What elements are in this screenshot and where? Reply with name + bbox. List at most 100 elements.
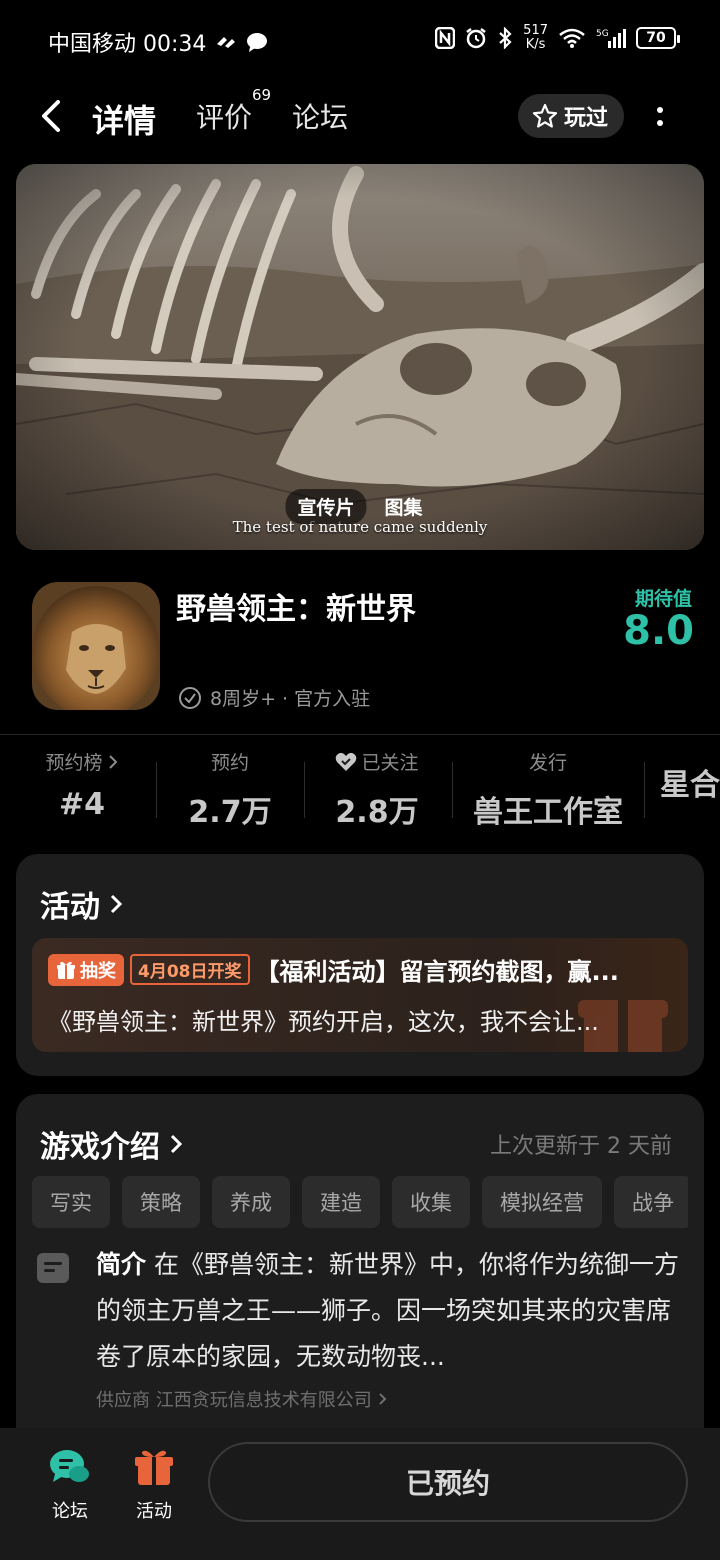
stat-rank-value: #4 bbox=[58, 787, 105, 822]
reserved-button[interactable]: 已预约 bbox=[208, 1442, 688, 1522]
chevron-right-icon bbox=[110, 894, 123, 914]
stat-separator bbox=[644, 762, 645, 818]
net-speed-unit: K/s bbox=[525, 37, 546, 52]
draw-date-badge: 4月08日开奖 bbox=[130, 954, 250, 985]
intro-card: 游戏介绍 上次更新于 2 天前 写实 策略 养成 建造 收集 模拟经营 战争 简… bbox=[16, 1094, 704, 1454]
tag-list: 写实 策略 养成 建造 收集 模拟经营 战争 bbox=[32, 1176, 688, 1230]
intro-header[interactable]: 游戏介绍 bbox=[40, 1122, 184, 1166]
supplier-link[interactable]: 供应商 江西贪玩信息技术有限公司 bbox=[96, 1386, 388, 1412]
activity-header-label: 活动 bbox=[40, 890, 100, 925]
intro-body: 在《野兽领主：新世界》中，你将作为统御一方的领主万兽之王——狮子。因一场突如其来… bbox=[96, 1250, 680, 1371]
expect-score: 8.0 bbox=[623, 608, 694, 654]
signal-icon: 5G bbox=[596, 29, 626, 48]
stat-follow-label: 已关注 bbox=[361, 752, 419, 774]
gift-icon bbox=[57, 961, 75, 979]
activity-row: 抽奖 4月08日开奖 【福利活动】留言预约截图，赢... bbox=[48, 952, 672, 987]
stat-extra-value: 星合 bbox=[660, 768, 720, 803]
activity-button[interactable]: 活动 bbox=[114, 1448, 194, 1523]
chat-bubble-icon bbox=[50, 1450, 89, 1482]
gift-icon bbox=[135, 1450, 173, 1485]
stat-rank-label-row: 预约榜 bbox=[28, 748, 136, 775]
game-icon[interactable] bbox=[32, 582, 160, 710]
battery-indicator: 70 bbox=[636, 27, 680, 49]
tab-detail[interactable]: 详情 bbox=[87, 96, 161, 142]
stats-row: 预约榜 #4 预约 2.7万 已关注 2.8万 发行 兽王工作室 星合 bbox=[0, 748, 720, 838]
forum-button[interactable]: 论坛 bbox=[30, 1448, 110, 1523]
verified-check-icon bbox=[179, 686, 201, 709]
tag[interactable]: 建造 bbox=[302, 1176, 380, 1228]
divider bbox=[0, 734, 720, 735]
gallery-tab[interactable]: 图集 bbox=[373, 489, 435, 524]
tag[interactable]: 模拟经营 bbox=[482, 1176, 602, 1228]
more-dot bbox=[657, 106, 663, 113]
intro-header-label: 游戏介绍 bbox=[40, 1130, 160, 1165]
bottom-bar: 论坛 活动 已预约 bbox=[0, 1428, 720, 1560]
stat-reservations-value: 2.7万 bbox=[188, 795, 272, 830]
carrier-time: 中国移动 00:34 bbox=[48, 32, 207, 57]
net-speed: 517 K/s bbox=[523, 24, 548, 52]
hero-media[interactable]: The test of nature came suddenly 宣传片 图集 bbox=[16, 164, 704, 550]
activity-label: 活动 bbox=[136, 1501, 172, 1522]
tag[interactable]: 写实 bbox=[32, 1176, 110, 1228]
expect-label: 期待值 bbox=[634, 588, 692, 610]
svg-text:5G: 5G bbox=[596, 29, 609, 39]
intro-text[interactable]: 简介 在《野兽领主：新世界》中，你将作为统御一方的领主万兽之王——狮子。因一场突如… bbox=[96, 1242, 686, 1380]
heart-icon bbox=[336, 752, 357, 771]
game-meta: 8周岁+ · 官方入驻 bbox=[178, 684, 370, 711]
alarm-icon bbox=[466, 28, 486, 49]
more-dot bbox=[657, 119, 663, 126]
tag[interactable]: 收集 bbox=[392, 1176, 470, 1228]
chevron-right-icon bbox=[170, 1134, 183, 1154]
more-button[interactable] bbox=[650, 100, 670, 132]
played-label: 玩过 bbox=[563, 106, 608, 131]
back-button[interactable] bbox=[36, 98, 68, 134]
stat-publisher-label: 发行 bbox=[528, 752, 567, 774]
chevron-left-icon bbox=[42, 100, 60, 132]
tab-forum[interactable]: 论坛 bbox=[292, 96, 348, 136]
stat-separator bbox=[156, 762, 157, 818]
top-nav: 详情 评价 69 论坛 玩过 bbox=[0, 84, 720, 148]
stat-rank[interactable]: 预约榜 #4 bbox=[28, 748, 136, 822]
trailer-tab[interactable]: 宣传片 bbox=[285, 489, 367, 524]
tab-detail-label: 详情 bbox=[92, 102, 157, 140]
link-icon bbox=[217, 37, 236, 48]
status-bar: 中国移动 00:34 517 K/s 5G 70 bbox=[0, 0, 720, 80]
tab-review[interactable]: 评价 69 bbox=[196, 86, 271, 136]
stat-separator bbox=[452, 762, 453, 818]
stat-follow[interactable]: 已关注 2.8万 bbox=[320, 748, 434, 831]
stat-reservations-label: 预约 bbox=[210, 752, 249, 774]
lottery-badge: 抽奖 bbox=[48, 953, 124, 986]
activity-item[interactable]: 抽奖 4月08日开奖 【福利活动】留言预约截图，赢... 《野兽领主：新世界》预… bbox=[32, 938, 688, 1052]
message-icon bbox=[247, 33, 268, 52]
wifi-icon bbox=[559, 28, 585, 48]
tab-forum-label: 论坛 bbox=[292, 101, 349, 134]
stat-follow-value: 2.8万 bbox=[335, 795, 419, 830]
stat-extra[interactable]: 星合 bbox=[660, 748, 720, 804]
lottery-label: 抽奖 bbox=[80, 960, 116, 982]
tag[interactable]: 策略 bbox=[122, 1176, 200, 1228]
document-icon bbox=[37, 1253, 69, 1283]
bluetooth-icon bbox=[499, 27, 512, 49]
activity-card: 活动 抽奖 4月08日开奖 【福利活动】留言预约截图，赢... 《野兽领主：新世… bbox=[16, 854, 704, 1076]
update-time: 上次更新于 2 天前 bbox=[490, 1134, 672, 1159]
game-meta-text: 8周岁+ · 官方入驻 bbox=[210, 688, 371, 710]
status-right: 517 K/s 5G 70 bbox=[435, 24, 680, 52]
supplier-text: 供应商 江西贪玩信息技术有限公司 bbox=[96, 1390, 372, 1411]
stat-publisher[interactable]: 发行 兽王工作室 bbox=[466, 748, 630, 831]
stat-rank-label: 预约榜 bbox=[45, 752, 103, 774]
stat-publisher-value: 兽王工作室 bbox=[473, 795, 623, 830]
status-left: 中国移动 00:34 bbox=[48, 26, 268, 58]
star-icon bbox=[532, 103, 558, 128]
activity-header[interactable]: 活动 bbox=[40, 882, 124, 926]
intro-label: 简介 bbox=[96, 1250, 147, 1279]
played-button[interactable]: 玩过 bbox=[517, 94, 624, 138]
nfc-icon bbox=[435, 27, 456, 49]
activity-desc: 《野兽领主：新世界》预约开启，这次，我不会让... bbox=[48, 1008, 599, 1036]
chevron-right-icon bbox=[108, 754, 117, 769]
hero-pills: 宣传片 图集 bbox=[285, 489, 434, 524]
chevron-right-icon bbox=[379, 1393, 387, 1405]
tag[interactable]: 养成 bbox=[212, 1176, 290, 1228]
tag[interactable]: 战争 bbox=[614, 1176, 688, 1228]
lion-icon bbox=[32, 582, 160, 710]
stat-reservations: 预约 2.7万 bbox=[176, 748, 284, 831]
